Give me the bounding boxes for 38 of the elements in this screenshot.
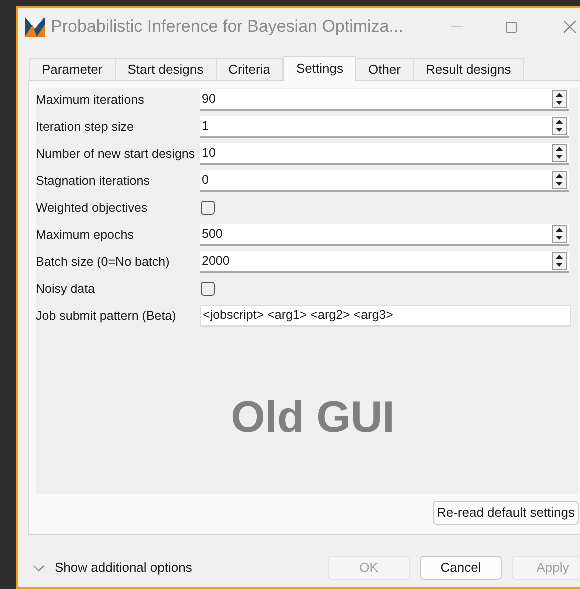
checkbox[interactable]	[201, 282, 215, 296]
field-label: Stagnation iterations	[36, 172, 151, 190]
tab[interactable]: Parameter	[29, 58, 116, 80]
overlay-label: Old GUI	[231, 392, 395, 444]
checkbox[interactable]	[201, 201, 215, 215]
spinner-arrows-icon[interactable]	[552, 252, 567, 270]
dialog-button[interactable]: Cancel	[420, 556, 502, 580]
spinner-arrows-icon[interactable]	[552, 225, 567, 243]
field-label: Number of new start designs	[36, 146, 196, 163]
spinner-arrows-icon[interactable]	[552, 171, 567, 189]
spin-box[interactable]: 0	[200, 170, 569, 192]
field-label: Maximum epochs	[36, 226, 135, 244]
field-label: Noisy data	[36, 280, 96, 298]
field-label: Iteration step size	[36, 118, 135, 136]
reread-defaults-button[interactable]: Re-read default settings	[432, 501, 579, 525]
window-title: Probabilistic Inference for Bayesian Optimiza...	[51, 16, 404, 38]
spinner-arrows-icon[interactable]	[552, 117, 567, 135]
spin-box[interactable]: 500	[200, 224, 569, 246]
spinner-arrows-icon[interactable]	[552, 90, 567, 108]
spin-box[interactable]: 10	[200, 143, 569, 165]
spin-box[interactable]: 1	[200, 116, 569, 138]
app-logo-icon	[25, 17, 45, 37]
chevron-icon[interactable]	[33, 564, 45, 572]
tab[interactable]: Result designs	[412, 58, 524, 80]
field-label: Maximum iterations	[36, 92, 146, 109]
spin-box[interactable]: 2000	[200, 251, 569, 273]
text-field[interactable]: <jobscript> <arg1> <arg2> <arg3>	[200, 305, 571, 327]
tab[interactable]: Criteria	[216, 58, 284, 80]
spin-box[interactable]: 90	[200, 89, 569, 111]
field-label: Batch size (0=No batch)	[36, 254, 171, 271]
show-options-toggle[interactable]: Show additional options	[55, 558, 192, 578]
field-label: Job submit pattern (Beta)	[36, 308, 178, 325]
close-icon[interactable]	[564, 21, 576, 33]
maximize-icon[interactable]	[506, 22, 517, 32]
tab[interactable]: Start designs	[114, 58, 217, 80]
spinner-arrows-icon[interactable]	[552, 144, 567, 162]
tab[interactable]: Settings	[283, 56, 356, 81]
field-label: Weighted objectives	[36, 200, 149, 217]
